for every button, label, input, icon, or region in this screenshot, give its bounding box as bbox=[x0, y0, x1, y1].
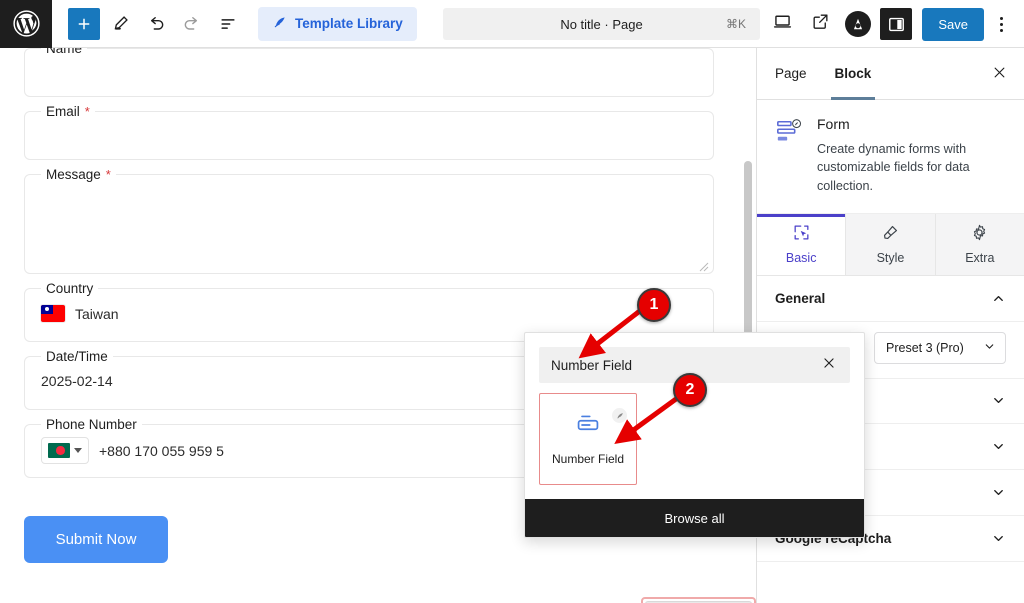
template-library-icon bbox=[272, 14, 288, 33]
tab-basic-label: Basic bbox=[785, 251, 817, 266]
annotation-marker-1: 1 bbox=[637, 288, 671, 322]
section-general-label: General bbox=[775, 290, 826, 306]
astra-brand-button[interactable] bbox=[840, 6, 876, 42]
submit-label: Submit Now bbox=[55, 531, 137, 548]
required-asterisk: * bbox=[84, 104, 90, 119]
close-x-icon bbox=[992, 65, 1007, 85]
country-value: Taiwan bbox=[75, 305, 119, 322]
chevron-down-icon bbox=[991, 439, 1006, 454]
field-label-message: Message * bbox=[41, 167, 116, 182]
form-field-message[interactable]: Message * bbox=[24, 167, 714, 274]
tab-block[interactable]: Block bbox=[830, 48, 876, 100]
chevron-down-icon bbox=[983, 340, 996, 356]
number-field-result-card[interactable]: Number Field bbox=[539, 393, 637, 485]
command-shortcut-hint: ⌘K bbox=[725, 17, 746, 31]
number-field-icon bbox=[574, 413, 602, 442]
taiwan-flag-icon bbox=[41, 305, 65, 322]
list-view-button[interactable] bbox=[212, 8, 244, 40]
chevron-down-icon bbox=[991, 485, 1006, 500]
canvas-scrollbar[interactable] bbox=[744, 161, 752, 344]
submit-now-button[interactable]: Submit Now bbox=[24, 516, 168, 563]
annotation-marker-2: 2 bbox=[673, 373, 707, 407]
external-link-icon bbox=[811, 12, 830, 36]
browse-all-label: Browse all bbox=[664, 510, 725, 526]
template-library-label: Template Library bbox=[295, 16, 403, 31]
block-title: Form bbox=[817, 116, 850, 132]
phone-country-select[interactable] bbox=[41, 437, 89, 464]
gear-icon bbox=[970, 223, 989, 245]
chevron-down-icon bbox=[991, 531, 1006, 546]
sidebar-panel-icon bbox=[880, 8, 913, 40]
preview-external-button[interactable] bbox=[802, 6, 838, 42]
document-title-button[interactable]: No title · Page ⌘K bbox=[443, 8, 760, 40]
wordpress-logo-button[interactable] bbox=[0, 0, 52, 48]
country-value-row[interactable]: Taiwan bbox=[25, 289, 713, 336]
form-field-email[interactable]: Email * bbox=[24, 104, 714, 160]
view-device-button[interactable] bbox=[764, 6, 800, 42]
editor-root: Template Library No title · Page ⌘K Save… bbox=[0, 0, 1024, 603]
template-library-button[interactable]: Template Library bbox=[258, 6, 417, 41]
tab-page[interactable]: Page bbox=[775, 48, 807, 100]
browse-all-button[interactable]: Browse all bbox=[525, 499, 864, 537]
add-field-highlight[interactable]: Add Field bbox=[641, 597, 756, 603]
edit-tool-button[interactable] bbox=[104, 8, 136, 40]
chevron-down-icon bbox=[74, 448, 82, 453]
close-sidebar-button[interactable] bbox=[986, 62, 1012, 88]
sidebar-tabs: Page Block bbox=[757, 48, 1024, 100]
sidebar-subtabs: Basic Style Extra bbox=[757, 213, 1024, 276]
chevron-down-icon bbox=[991, 393, 1006, 408]
settings-sidebar-toggle-button[interactable] bbox=[878, 6, 914, 42]
inserter-search-value: Number Field bbox=[551, 357, 633, 373]
document-title: No title · Page bbox=[560, 16, 643, 32]
clear-search-button[interactable] bbox=[820, 354, 838, 377]
form-block-icon bbox=[775, 116, 805, 195]
required-asterisk: * bbox=[105, 167, 111, 182]
tab-style[interactable]: Style bbox=[846, 213, 936, 275]
block-info-card: Form Create dynamic forms with customiza… bbox=[757, 100, 1024, 214]
astra-logo-icon bbox=[845, 11, 872, 37]
undo-button[interactable] bbox=[140, 8, 172, 40]
save-label: Save bbox=[938, 16, 968, 32]
field-label-email: Email * bbox=[41, 104, 95, 119]
number-field-card-label: Number Field bbox=[551, 451, 625, 466]
laptop-icon bbox=[772, 11, 793, 37]
paintbrush-icon bbox=[881, 223, 900, 245]
form-field-name[interactable]: Name bbox=[24, 48, 714, 97]
field-label-datetime: Date/Time bbox=[41, 349, 113, 364]
tab-style-label: Style bbox=[876, 251, 905, 266]
editor-toolbar: Template Library No title · Page ⌘K Save bbox=[0, 0, 1024, 48]
pro-badge-icon bbox=[612, 408, 627, 423]
tab-extra[interactable]: Extra bbox=[935, 213, 1024, 275]
toolbar-right-actions: Save bbox=[764, 0, 1016, 48]
preset-select[interactable]: Preset 3 (Pro) bbox=[874, 331, 1006, 364]
redo-button[interactable] bbox=[176, 8, 208, 40]
section-general[interactable]: General bbox=[757, 276, 1024, 322]
field-label-name: Name bbox=[41, 48, 88, 56]
kebab-menu-icon bbox=[999, 16, 1003, 20]
more-options-button[interactable] bbox=[986, 6, 1016, 42]
wordpress-logo-icon bbox=[12, 10, 40, 37]
block-info-text: Form Create dynamic forms with customiza… bbox=[817, 116, 977, 195]
phone-value: +880 170 055 959 5 bbox=[99, 442, 224, 459]
tab-extra-label: Extra bbox=[965, 251, 995, 266]
toolbar-tools bbox=[68, 7, 244, 40]
preset-value: Preset 3 (Pro) bbox=[886, 340, 964, 355]
tab-basic[interactable]: Basic bbox=[757, 213, 847, 275]
close-x-icon bbox=[822, 356, 836, 375]
add-block-button[interactable] bbox=[68, 7, 100, 40]
field-label-country: Country bbox=[41, 281, 99, 296]
bangladesh-flag-icon bbox=[48, 443, 70, 458]
field-label-phone: Phone Number bbox=[41, 417, 142, 432]
block-description: Create dynamic forms with customizable f… bbox=[817, 142, 970, 193]
cursor-select-icon bbox=[792, 223, 811, 245]
textarea-resize-handle[interactable] bbox=[699, 259, 709, 272]
save-button[interactable]: Save bbox=[922, 7, 984, 41]
chevron-up-icon bbox=[991, 291, 1006, 306]
block-inserter-popover: Number Field Number Field Browse all bbox=[524, 332, 865, 538]
